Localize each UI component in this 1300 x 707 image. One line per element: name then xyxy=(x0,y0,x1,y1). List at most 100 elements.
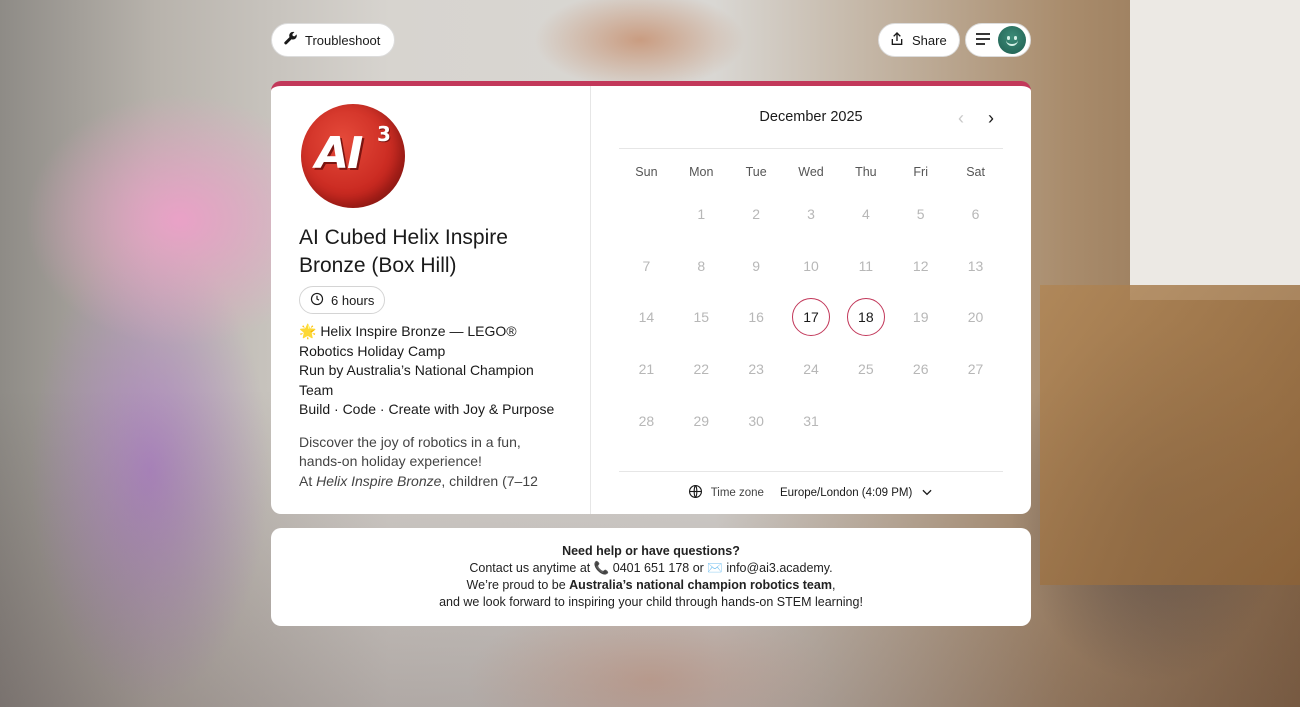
help-closing: and we look forward to inspiring your ch… xyxy=(439,595,863,609)
calendar-day-number: 3 xyxy=(807,205,815,222)
weekday-label: Mon xyxy=(689,165,714,179)
calendar-day: 16 xyxy=(729,292,784,344)
help-question: Need help or have questions? xyxy=(562,544,740,558)
calendar-day-number: 5 xyxy=(916,205,925,222)
calendar-day[interactable]: 17 xyxy=(784,292,839,344)
calendar-day-number: 12 xyxy=(912,257,929,274)
weekday-label: Sat xyxy=(966,165,985,179)
calendar-day: 30 xyxy=(729,395,784,447)
calendar-day: 26 xyxy=(893,343,948,395)
calendar-day-number: 6 xyxy=(971,205,980,222)
calendar-day: 9 xyxy=(729,240,784,292)
calendar-day: 11 xyxy=(838,240,893,292)
weekday-label: Wed xyxy=(798,165,824,179)
calendar-day-number: 16 xyxy=(748,309,764,326)
weekday-label: Tue xyxy=(745,165,767,179)
calendar-day-number: 8 xyxy=(697,257,706,274)
timezone-label: Time zone xyxy=(710,487,764,499)
background-screen xyxy=(1130,0,1300,300)
calendar-day-number: 23 xyxy=(748,361,764,378)
calendar-day: 27 xyxy=(948,343,1003,395)
weekday-header: Sun Mon Tue Wed Thu Fri Sat xyxy=(619,165,1003,179)
calendar-day: 15 xyxy=(674,292,729,344)
calendar-day: 13 xyxy=(948,240,1003,292)
calendar-day-number: 10 xyxy=(803,257,819,274)
description-line: At Helix Inspire Bronze, children (7–12 xyxy=(299,472,538,489)
calendar-day: 1 xyxy=(674,188,729,240)
help-proud: We’re proud to be Australia’s national c… xyxy=(466,578,836,592)
tagline-line: 🌟 Helix Inspire Bronze — LEGO® Robotics … xyxy=(299,323,517,359)
calendar-day-number: 14 xyxy=(638,309,655,326)
calendar-day: 3 xyxy=(784,188,839,240)
calendar-day-number: 15 xyxy=(693,309,710,326)
calendar-day: 24 xyxy=(784,343,839,395)
calendar-day-number: 29 xyxy=(693,413,710,430)
weekday-label: Sun xyxy=(635,165,658,179)
clock-icon xyxy=(310,292,324,309)
duration-badge: 6 hours xyxy=(299,286,386,314)
calendar-day: 20 xyxy=(948,292,1003,344)
duration-text: 6 hours xyxy=(331,292,375,308)
share-button[interactable]: Share xyxy=(878,23,960,57)
calendar-day-number: 18 xyxy=(846,298,885,337)
help-card: Need help or have questions? Contact us … xyxy=(271,528,1031,626)
brand-logo: AI 3 xyxy=(301,104,405,208)
calendar-day: 28 xyxy=(619,395,674,447)
calendar-day: 2 xyxy=(729,188,784,240)
tagline-line: Build · Code · Create with Joy & Purpose xyxy=(299,401,555,417)
calendar-day: 8 xyxy=(674,240,729,292)
share-label: Share xyxy=(912,32,947,48)
calendar-day-number: 25 xyxy=(858,361,874,378)
event-title: AI Cubed Helix Inspire Bronze (Box Hill) xyxy=(299,226,508,277)
calendar-day-number: 11 xyxy=(858,257,874,274)
chevron-down-icon xyxy=(920,485,934,502)
calendar-day-number: 26 xyxy=(912,361,929,378)
hamburger-menu-icon xyxy=(975,32,991,49)
calendar-day: 7 xyxy=(619,240,674,292)
account-menu-button[interactable] xyxy=(965,23,1031,57)
description-line: Discover the joy of robotics in a fun, h… xyxy=(299,433,521,470)
month-navigation: ‹ › xyxy=(949,106,1003,130)
troubleshoot-button[interactable]: Troubleshoot xyxy=(271,23,396,57)
calendar-day-number: 30 xyxy=(748,413,764,430)
calendar-day-number: 28 xyxy=(638,413,655,430)
calendar-empty-cell xyxy=(619,188,674,240)
globe-icon xyxy=(688,484,703,502)
calendar-grid: 1 2 3 4 5 6 7 8 9 10 11 12 13 14 15 16 17 18 19 20 21 22 23 24 2… xyxy=(619,188,1003,447)
calendar-day-number: 24 xyxy=(803,361,819,378)
calendar-day-number: 27 xyxy=(967,361,984,378)
calendar-day: 29 xyxy=(674,395,729,447)
calendar-day: 5 xyxy=(893,188,948,240)
help-contact: Contact us anytime at 📞 0401 651 178 or … xyxy=(469,561,833,575)
calendar-day[interactable]: 18 xyxy=(838,292,893,344)
previous-month-button[interactable]: ‹ xyxy=(949,106,973,130)
calendar-day-number: 22 xyxy=(693,361,710,378)
calendar-day-number: 9 xyxy=(752,257,761,274)
chevron-right-icon: › xyxy=(988,107,994,128)
calendar-day: 6 xyxy=(948,188,1003,240)
weekday-label: Thu xyxy=(855,165,877,179)
calendar-day: 23 xyxy=(729,343,784,395)
event-description: Discover the joy of robotics in a fun, h… xyxy=(299,433,562,492)
wrench-icon xyxy=(283,31,298,49)
timezone-selector[interactable]: Time zone Europe/London (4:09 PM) xyxy=(619,471,1003,514)
chevron-left-icon: ‹ xyxy=(958,107,964,128)
calendar-day-number: 20 xyxy=(967,309,984,326)
calendar-day-number: 21 xyxy=(638,361,655,378)
calendar-day: 4 xyxy=(838,188,893,240)
event-details-panel: AI 3 AI Cubed Helix Inspire Bronze (Box … xyxy=(271,86,591,514)
troubleshoot-label: Troubleshoot xyxy=(305,32,381,48)
calendar-day: 19 xyxy=(893,292,948,344)
calendar-day: 21 xyxy=(619,343,674,395)
calendar-day-number: 19 xyxy=(912,309,929,326)
calendar-header: December 2025 ‹ › xyxy=(619,86,1003,149)
calendar-day: 25 xyxy=(838,343,893,395)
tagline-line: Run by Australia’s National Champion Tea… xyxy=(299,362,534,398)
next-month-button[interactable]: › xyxy=(979,106,1003,130)
event-tagline: 🌟 Helix Inspire Bronze — LEGO® Robotics … xyxy=(299,322,562,420)
calendar-day-number: 31 xyxy=(803,413,819,430)
calendar-day-number: 7 xyxy=(642,257,651,274)
calendar-day-number: 1 xyxy=(697,205,706,222)
share-icon xyxy=(889,31,905,50)
weekday-label: Fri xyxy=(913,165,928,179)
